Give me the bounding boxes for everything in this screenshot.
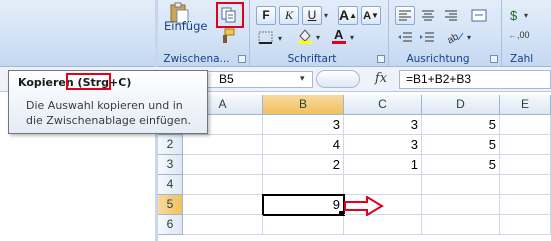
name-box-dropdown-icon[interactable]: ▾ (300, 71, 312, 88)
formula-input[interactable]: =B1+B2+B3 (399, 70, 551, 89)
increase-indent-icon[interactable] (419, 30, 435, 44)
column-header-b[interactable]: B (263, 95, 344, 115)
shortcut-highlight (66, 73, 111, 90)
ribbon: Einfüge Zwischena... F K U ▾ A▲ A▼ ▾ ▾ A… (0, 0, 551, 67)
cell-e2[interactable] (500, 135, 551, 155)
paste-button[interactable]: Einfüge (164, 19, 207, 33)
cell-c4[interactable] (344, 175, 422, 195)
alignment-launcher-icon[interactable] (490, 55, 498, 63)
cell-b4[interactable] (263, 175, 344, 195)
svg-text:$: $ (510, 8, 518, 23)
cell-b3[interactable]: 2 (263, 155, 344, 175)
font-color-icon[interactable]: A (330, 27, 348, 45)
font-launcher-icon[interactable] (377, 55, 385, 63)
cell-d3[interactable]: 5 (422, 155, 500, 175)
row-header-6[interactable]: 6 (158, 215, 183, 235)
cell-c1[interactable]: 3 (344, 115, 422, 135)
alignment-group: ab ▾ Ausrichtung (389, 0, 502, 66)
copy-button-highlight (216, 2, 244, 28)
merge-cells-button[interactable] (469, 6, 489, 25)
fill-color-dropdown-icon[interactable]: ▾ (316, 33, 320, 42)
cell-d5[interactable] (422, 195, 500, 215)
number-group-label: Zahl (510, 53, 534, 65)
shrink-font-button[interactable]: A▼ (361, 6, 381, 25)
cell-d1[interactable]: 5 (422, 115, 500, 135)
row-header-2[interactable]: 2 (158, 135, 183, 155)
number-group: $ ▾ ←,00 Zahl (502, 0, 551, 66)
svg-text:ab: ab (445, 31, 461, 44)
cell-d2[interactable]: 5 (422, 135, 500, 155)
orientation-dropdown-icon[interactable]: ▾ (467, 33, 471, 42)
row-header-3[interactable]: 3 (158, 155, 183, 175)
align-right-button[interactable] (441, 6, 461, 25)
svg-text:A: A (334, 27, 344, 42)
align-center-button[interactable] (418, 6, 438, 25)
formula-bar-resize-handle[interactable] (316, 70, 360, 88)
cell-b6[interactable] (263, 215, 344, 235)
cell-b2[interactable]: 4 (263, 135, 344, 155)
border-dropdown-icon[interactable]: ▾ (278, 34, 282, 43)
name-box[interactable]: B5 (198, 71, 313, 88)
cell-a3[interactable] (183, 155, 263, 175)
cell-e1[interactable] (500, 115, 551, 135)
clipboard-launcher-icon[interactable] (238, 55, 246, 63)
clipboard-group-label: Zwischena... (163, 53, 230, 65)
cell-c6[interactable] (344, 215, 422, 235)
column-header-e[interactable]: E (500, 95, 551, 115)
cell-b5-selected[interactable]: 9 (262, 194, 345, 216)
font-color-dropdown-icon[interactable]: ▾ (350, 33, 354, 42)
cell-a5[interactable] (183, 195, 263, 215)
annotation-arrow-icon (344, 196, 384, 216)
font-group-label: Schriftart (287, 53, 337, 65)
cell-c3[interactable]: 1 (344, 155, 422, 175)
currency-dropdown-icon[interactable]: ▾ (524, 11, 528, 20)
cell-e6[interactable] (500, 215, 551, 235)
decrease-indent-icon[interactable] (397, 30, 413, 44)
cell-e5[interactable] (500, 195, 551, 215)
column-header-d[interactable]: D (422, 95, 500, 115)
align-left-button[interactable] (395, 6, 415, 25)
cell-e3[interactable] (500, 155, 551, 175)
cell-e4[interactable] (500, 175, 551, 195)
alignment-group-label: Ausrichtung (406, 53, 470, 65)
cell-a2[interactable] (183, 135, 263, 155)
row-header-4[interactable]: 4 (158, 175, 183, 195)
font-group: F K U ▾ A▲ A▼ ▾ ▾ A ▾ Schriftart (250, 0, 389, 66)
increase-decimal-button[interactable]: ←,00 (508, 30, 530, 40)
cell-a6[interactable] (183, 215, 263, 235)
grow-font-button[interactable]: A▲ (338, 6, 358, 25)
italic-button[interactable]: K (279, 6, 299, 25)
cell-c2[interactable]: 3 (344, 135, 422, 155)
row-header-5[interactable]: 5 (158, 195, 183, 215)
insert-function-button[interactable]: fx (367, 70, 395, 88)
orientation-icon[interactable]: ab (445, 28, 465, 46)
underline-dropdown-icon[interactable]: ▾ (324, 11, 328, 20)
tooltip-description: Die Auswahl kopieren und in die Zwischen… (26, 99, 192, 127)
underline-button[interactable]: U (302, 6, 322, 25)
cell-a4[interactable] (183, 175, 263, 195)
cell-b1[interactable]: 3 (263, 115, 344, 135)
cell-d4[interactable] (422, 175, 500, 195)
decimal-label: ,00 (517, 30, 530, 40)
border-icon[interactable] (258, 30, 274, 44)
fill-color-icon[interactable] (296, 27, 314, 45)
format-painter-icon[interactable] (220, 28, 236, 44)
cell-d6[interactable] (422, 215, 500, 235)
column-header-c[interactable]: C (344, 95, 422, 115)
bold-button[interactable]: F (256, 6, 276, 25)
